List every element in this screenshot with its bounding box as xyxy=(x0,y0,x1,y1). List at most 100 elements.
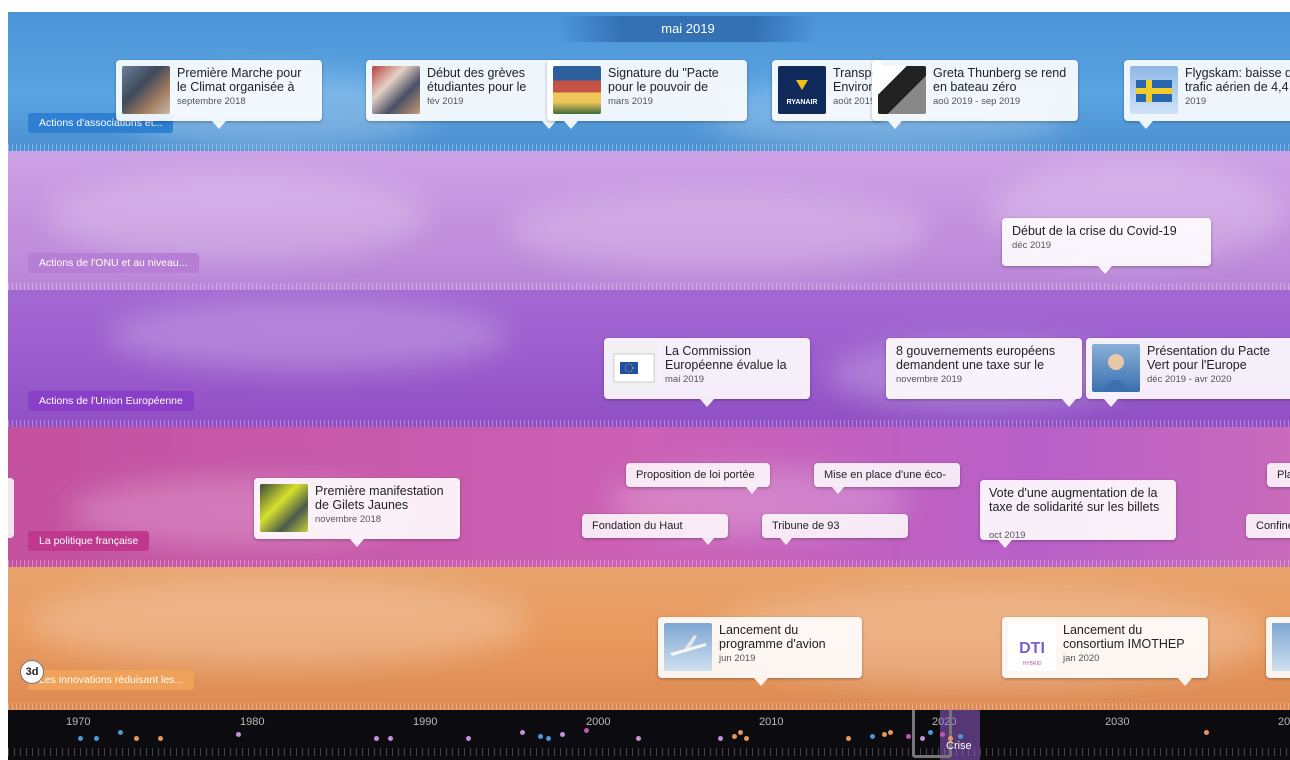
event-date: 2019 xyxy=(1185,96,1207,107)
nav-event-dot xyxy=(732,734,737,739)
band-label-innovations[interactable]: Les innovations réduisant les... xyxy=(28,670,195,690)
pill-pointer xyxy=(832,487,844,494)
nav-event-dot xyxy=(118,730,123,735)
event-title: Lancement du consortium IMOTHEP xyxy=(1063,623,1185,651)
event-title: Lancement du programme d'avion xyxy=(719,623,826,651)
event-thumbnail xyxy=(1272,623,1290,671)
current-month-header: mai 2019 xyxy=(558,16,818,42)
event-date: août 2019 xyxy=(833,96,873,107)
nav-event-dot xyxy=(388,736,393,741)
pill-pointer xyxy=(746,487,758,494)
event-pill[interactable]: Mise en place d'une éco- xyxy=(814,463,960,487)
event-card[interactable]: RYANAIR Transport Environ... août 2019 xyxy=(772,60,882,121)
event-card-edge[interactable] xyxy=(1266,617,1290,678)
event-title: Flygskam: baisse du trafic aérien de 4,4 xyxy=(1185,66,1290,94)
nav-year-label: 2000 xyxy=(586,716,611,728)
event-title: Vote d'une augmentation de la taxe de so… xyxy=(989,486,1160,514)
nav-event-dot xyxy=(718,736,723,741)
pill-pointer xyxy=(780,538,792,545)
nav-event-dot xyxy=(94,736,99,741)
event-title: Première manifestation de Gilets Jaunes xyxy=(315,484,444,512)
nav-year-label: 2040 xyxy=(1278,716,1290,728)
timeline-navigator[interactable]: 1970 1980 1990 2000 2010 2020 2030 2040 … xyxy=(8,710,1290,760)
event-card[interactable]: La Commission Européenne évalue la mai 2… xyxy=(604,338,810,407)
event-date: oct 2019 xyxy=(989,530,1026,541)
event-date: novembre 2018 xyxy=(315,514,382,525)
nav-event-dot xyxy=(584,728,589,733)
svg-text:RYANAIR: RYANAIR xyxy=(787,99,818,106)
nav-event-dot xyxy=(538,734,543,739)
nav-event-dot xyxy=(882,732,887,737)
nav-year-label: 1970 xyxy=(66,716,91,728)
event-title: Début de la crise du Covid-19 xyxy=(1012,224,1177,238)
nav-event-dot xyxy=(466,736,471,741)
event-title: Présentation du Pacte Vert pour l'Europe xyxy=(1147,344,1270,372)
nav-marker-label: Crise xyxy=(946,740,972,752)
pill-pointer xyxy=(702,538,714,545)
event-date: novembre 2019 xyxy=(896,374,963,385)
event-date: jan 2020 xyxy=(1063,653,1100,664)
event-date: mars 2019 xyxy=(608,96,653,107)
event-title: Transport Environ... xyxy=(833,66,873,94)
event-pill[interactable]: Pla xyxy=(1267,463,1290,487)
nav-event-dot xyxy=(958,734,963,739)
event-thumbnail: RYANAIR xyxy=(778,66,826,114)
event-pill[interactable]: Tribune de 93 xyxy=(762,514,908,538)
event-pill[interactable]: Fondation du Haut xyxy=(582,514,728,538)
nav-event-dot xyxy=(928,730,933,735)
event-pill[interactable]: Proposition de loi portée xyxy=(626,463,770,487)
nav-event-dot xyxy=(870,734,875,739)
nav-year-label: 1990 xyxy=(413,716,438,728)
nav-event-dot xyxy=(738,730,743,735)
nav-event-dot xyxy=(906,734,911,739)
event-card[interactable]: 8 gouvernements européens demandent une … xyxy=(886,338,1082,407)
event-card[interactable]: Signature du "Pacte pour le pouvoir de m… xyxy=(547,60,747,129)
band-label-ue[interactable]: Actions de l'Union Européenne xyxy=(28,391,194,411)
event-date: déc 2019 - avr 2020 xyxy=(1147,374,1232,385)
nav-event-dot xyxy=(158,736,163,741)
event-card[interactable]: Greta Thunberg se rend en bateau zéro ao… xyxy=(872,60,1078,129)
event-pill[interactable]: Confine xyxy=(1246,514,1290,538)
zoom-level-button[interactable]: 3d xyxy=(20,660,44,684)
nav-tick-ruler xyxy=(8,748,1290,756)
nav-event-dot xyxy=(948,736,953,741)
event-card[interactable]: Présentation du Pacte Vert pour l'Europe… xyxy=(1086,338,1290,407)
event-thumbnail xyxy=(372,66,420,114)
event-thumbnail: DTI HYBRID xyxy=(1008,623,1056,671)
event-thumbnail xyxy=(1092,344,1140,392)
event-title: Début des grèves étudiantes pour le xyxy=(427,66,527,94)
event-date: déc 2019 xyxy=(1012,240,1052,251)
nav-year-label: 1980 xyxy=(240,716,265,728)
event-card[interactable]: DTI HYBRID Lancement du consortium IMOTHE… xyxy=(1002,617,1208,686)
svg-text:DTI: DTI xyxy=(1019,640,1045,657)
nav-event-dot xyxy=(920,736,925,741)
event-thumbnail xyxy=(122,66,170,114)
band-label-onu[interactable]: Actions de l'ONU et au niveau... xyxy=(28,253,199,273)
svg-text:HYBRID: HYBRID xyxy=(1023,661,1042,667)
nav-event-dot xyxy=(520,730,525,735)
event-date: septembre 2018 xyxy=(177,96,246,107)
event-title: Greta Thunberg se rend en bateau zéro xyxy=(933,66,1067,94)
nav-event-dot xyxy=(888,730,893,735)
nav-event-dot xyxy=(134,736,139,741)
nav-event-dot xyxy=(78,736,83,741)
event-card[interactable]: Début de la crise du Covid-19 déc 2019 xyxy=(1002,218,1211,274)
event-card[interactable]: Première Marche pour le Climat organisée… xyxy=(116,60,322,129)
nav-event-dot xyxy=(744,736,749,741)
event-thumbnail xyxy=(260,484,308,532)
event-title: Première Marche pour le Climat organisée… xyxy=(177,66,302,94)
band-label-france[interactable]: La politique française xyxy=(28,531,150,551)
timeline-stage[interactable]: Actions d'associations et... Actions de … xyxy=(8,12,1290,760)
event-card[interactable]: Lancement du programme d'avion jun 2019 xyxy=(658,617,862,686)
event-card[interactable]: Vote d'une augmentation de la taxe de so… xyxy=(980,480,1176,548)
event-card-edge[interactable] xyxy=(8,478,14,538)
event-thumbnail xyxy=(610,344,658,392)
event-title: 8 gouvernements européens demandent une … xyxy=(896,344,1056,372)
nav-event-dot xyxy=(1204,730,1209,735)
event-card[interactable]: Première manifestation de Gilets Jaunes … xyxy=(254,478,460,547)
nav-event-dot xyxy=(374,736,379,741)
event-thumbnail xyxy=(553,66,601,114)
event-card[interactable]: Flygskam: baisse du trafic aérien de 4,4… xyxy=(1124,60,1290,129)
event-card[interactable]: Début des grèves étudiantes pour le fév … xyxy=(366,60,560,129)
nav-event-dot xyxy=(546,736,551,741)
